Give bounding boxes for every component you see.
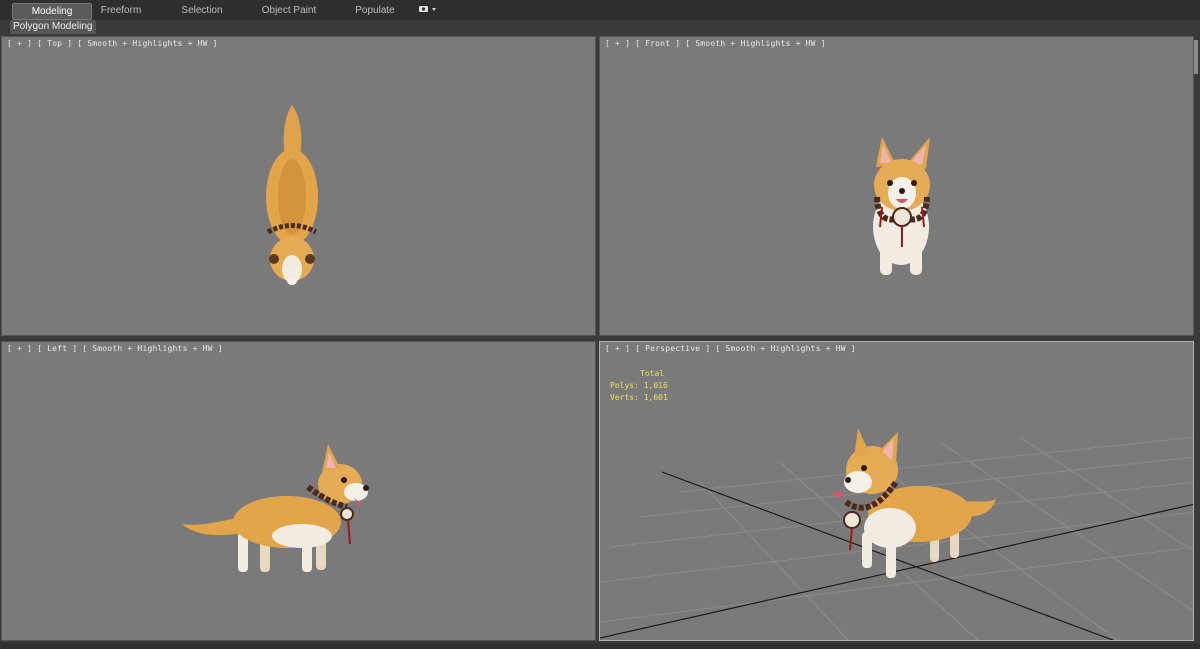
ribbon-panel-bar: Polygon Modeling: [0, 20, 1200, 35]
tab-object-paint[interactable]: Object Paint: [252, 3, 326, 18]
ribbon-tab-bar: Modeling Freeform Selection Object Paint…: [0, 0, 1200, 21]
dog-perspective-view: [832, 428, 996, 578]
subtab-polygon-modeling[interactable]: Polygon Modeling: [10, 20, 96, 34]
tab-populate[interactable]: Populate: [344, 3, 406, 18]
dog-top-view: [266, 105, 318, 285]
tab-modeling[interactable]: Modeling: [12, 3, 92, 20]
right-scrollbar[interactable]: [1194, 40, 1198, 74]
dog-front-view: [873, 137, 930, 275]
viewport-top[interactable]: [ + ] [ Top ] [ Smooth + Highlights + HW…: [1, 36, 596, 336]
perspective-scene: [600, 428, 1193, 640]
tab-freeform[interactable]: Freeform: [90, 3, 152, 18]
viewport-front[interactable]: [ + ] [ Front ] [ Smooth + Highlights + …: [599, 36, 1194, 336]
camera-dropdown-icon[interactable]: [418, 4, 438, 14]
dog-left-view: [182, 444, 369, 572]
tab-selection[interactable]: Selection: [168, 3, 236, 18]
viewport-perspective[interactable]: [ + ] [ Perspective ] [ Smooth + Highlig…: [599, 341, 1194, 641]
viewport-left[interactable]: [ + ] [ Left ] [ Smooth + Highlights + H…: [1, 341, 596, 641]
time-slider-bar[interactable]: [0, 643, 1200, 649]
